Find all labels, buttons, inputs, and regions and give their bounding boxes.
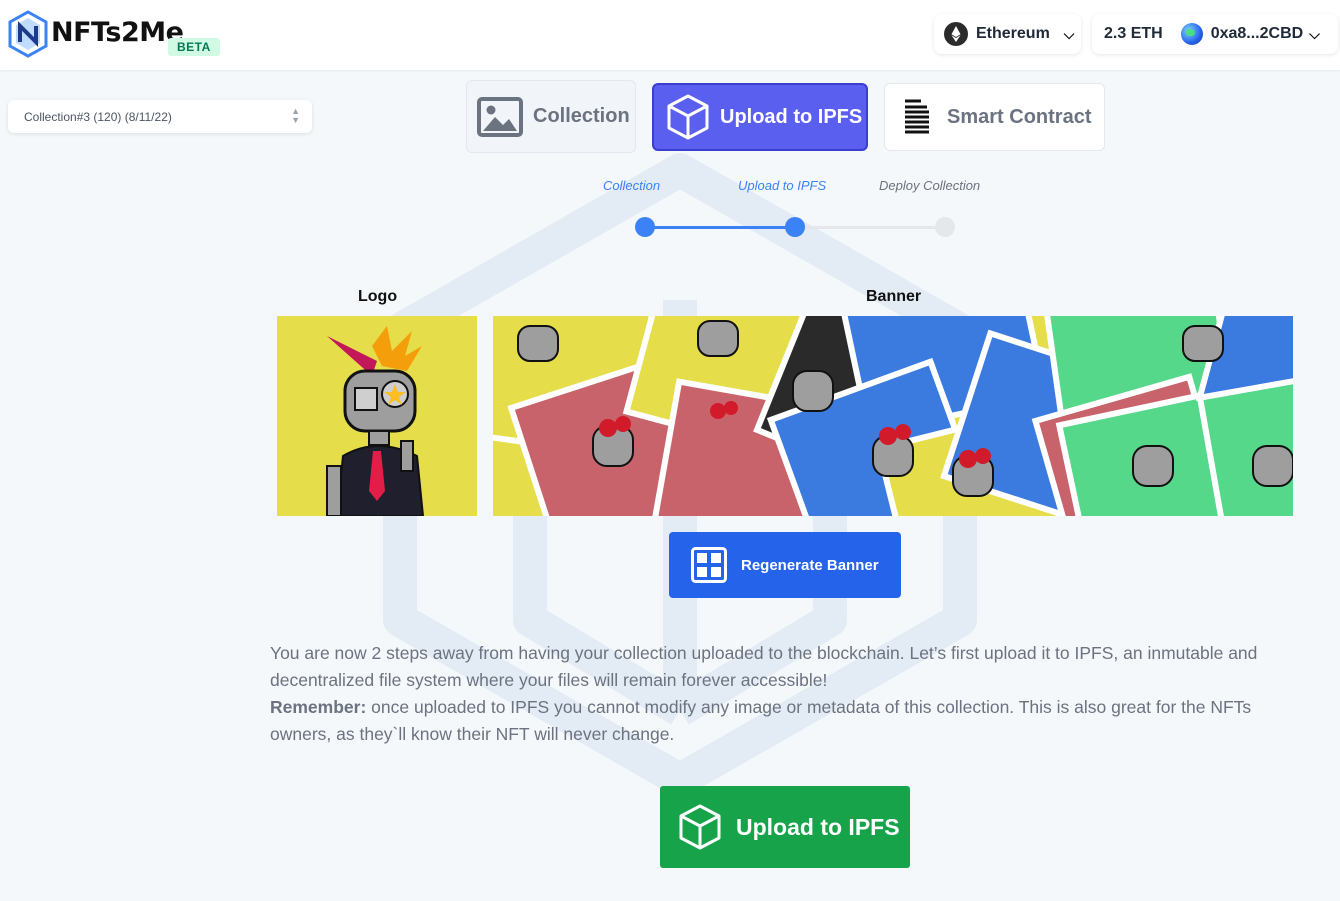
step-label-upload: Upload to IPFS [738,178,827,193]
globe-icon [1180,23,1203,45]
network-label: Ethereum [976,25,1050,42]
upload-button-label: Upload to IPFS [736,813,900,840]
remember-text: once uploaded to IPFS you cannot modify … [270,697,1252,744]
collection-banner-image [493,316,1293,516]
updown-chevron-icon: ▲ ▼ [291,106,300,125]
beta-badge: BETA [168,38,220,56]
tab-smart-contract[interactable]: Smart Contract [884,83,1105,151]
wallet-button[interactable]: 2.3 ETH 0xa8...2CBD ⌵ [1092,14,1338,54]
nfts2me-logo-icon [8,10,48,58]
tab-collection[interactable]: Collection [466,80,636,153]
top-header: NFTs2Me BETA Ethereum ⌵ 2.3 ETH 0xa8...2… [0,0,1340,70]
image-icon [477,96,523,137]
contract-icon [905,99,931,135]
chevron-down-icon: ⌵ [1309,25,1320,42]
cube-icon [679,804,721,850]
tab-collection-label: Collection [533,105,630,127]
banner-label: Banner [866,288,922,305]
collection-select[interactable]: Collection#3 (120) (8/11/22) ▲ ▼ [8,100,312,133]
description-intro: You are now 2 steps away from having you… [270,643,1258,690]
progress-track-done [645,226,795,229]
grid-icon [691,547,727,583]
tab-upload-label: Upload to IPFS [720,105,863,128]
step-dot-deploy [935,217,955,237]
remember-label: Remember: [270,697,367,717]
collection-select-value: Collection#3 (120) (8/11/22) [24,109,172,124]
step-label-collection: Collection [603,178,661,193]
cube-icon [667,94,709,140]
regenerate-banner-button[interactable]: Regenerate Banner [669,532,901,598]
network-selector[interactable]: Ethereum ⌵ [934,14,1081,54]
description-remember: Remember: once uploaded to IPFS you cann… [270,694,1310,748]
tab-contract-label: Smart Contract [947,105,1092,128]
upload-to-ipfs-button[interactable]: Upload to IPFS [660,786,910,868]
upload-description: You are now 2 steps away from having you… [270,640,1310,748]
tab-upload-ipfs[interactable]: Upload to IPFS [652,83,868,151]
brand-name: NFTs2Me [51,16,184,48]
step-dot-upload [785,217,805,237]
step-label-deploy: Deploy Collection [879,178,981,193]
regenerate-banner-label: Regenerate Banner [741,556,879,574]
logo-label: Logo [358,288,398,305]
progress-track-pending [795,226,945,229]
wallet-address: 0xa8...2CBD [1210,25,1304,42]
collection-logo-image [277,316,477,516]
eth-balance: 2.3 ETH [1104,25,1163,42]
ethereum-icon [944,22,968,46]
step-dot-collection [635,217,655,237]
brand-logo[interactable]: NFTs2Me [8,10,184,58]
chevron-down-icon: ⌵ [1063,25,1075,42]
